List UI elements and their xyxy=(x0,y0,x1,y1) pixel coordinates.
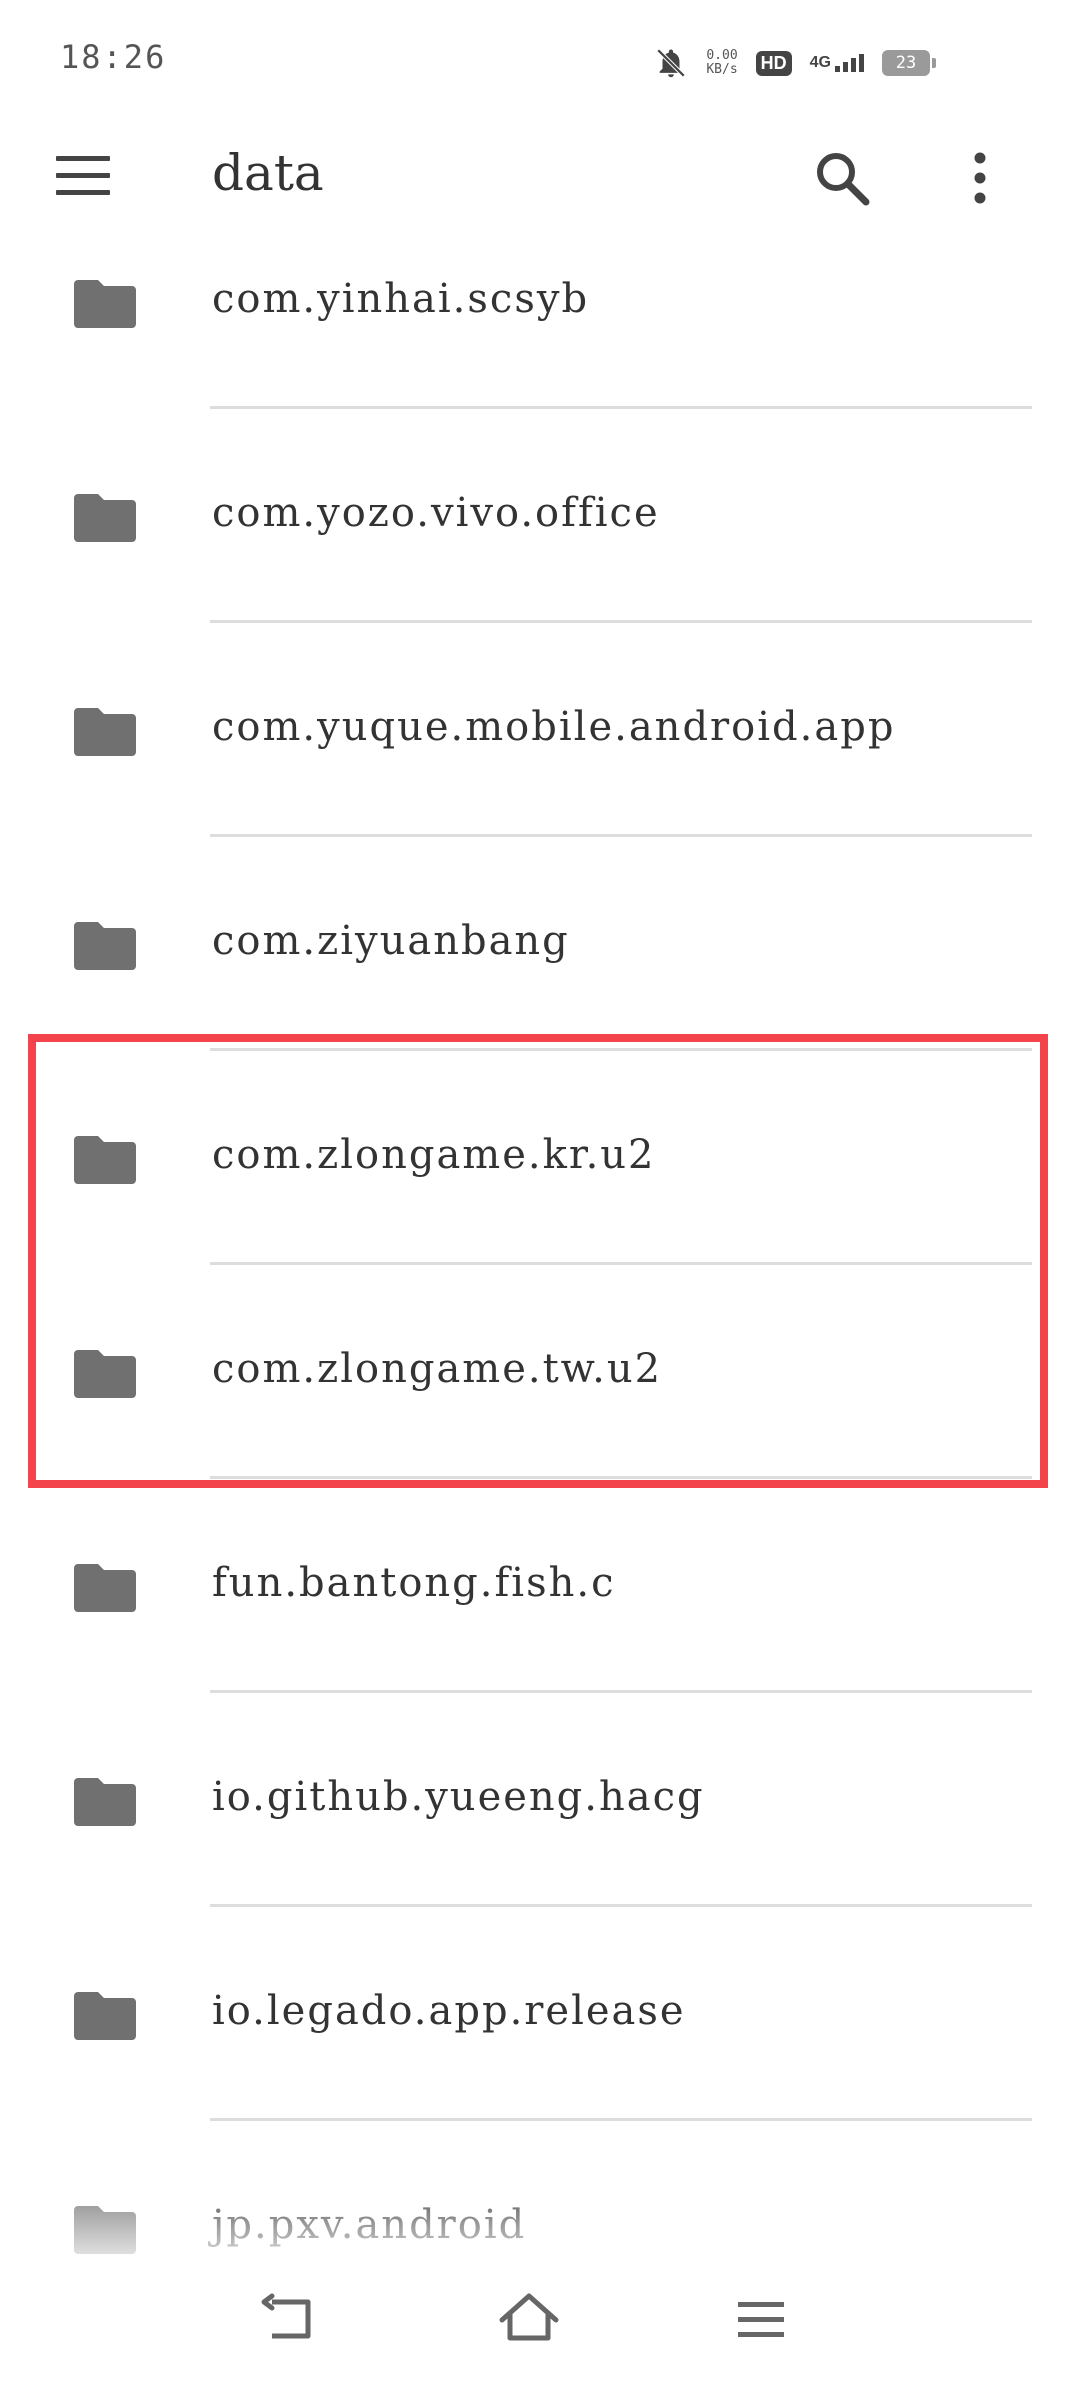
back-button[interactable] xyxy=(258,2284,328,2354)
folder-name: jp.pxv.android xyxy=(212,2202,527,2248)
more-options-button[interactable] xyxy=(955,146,1005,210)
folder-name: com.yinhai.scsyb xyxy=(212,276,590,322)
status-bar: 18:26 0.00 KB/s HD 4G 23 xyxy=(0,0,1080,120)
divider xyxy=(210,1904,1032,1907)
folder-icon xyxy=(74,1136,136,1184)
folder-name: com.zlongame.tw.u2 xyxy=(212,1346,663,1392)
divider xyxy=(210,620,1032,623)
status-icons: 0.00 KB/s HD 4G 23 xyxy=(654,38,936,88)
folder-icon xyxy=(74,708,136,756)
list-item[interactable]: io.github.yueeng.hacg xyxy=(0,1730,1080,1944)
signal-bars xyxy=(835,54,864,72)
net-speed-unit: KB/s xyxy=(706,62,738,77)
divider xyxy=(210,1262,1032,1265)
list-item[interactable]: com.yuque.mobile.android.app xyxy=(0,660,1080,874)
divider xyxy=(210,406,1032,409)
back-icon xyxy=(261,2293,311,2339)
status-time: 18:26 xyxy=(60,38,167,76)
network-type: 4G xyxy=(809,54,831,71)
page-title: data xyxy=(212,144,324,202)
folder-icon xyxy=(74,1564,136,1612)
folder-name: com.yozo.vivo.office xyxy=(212,490,660,536)
folder-icon xyxy=(74,1350,136,1398)
folder-icon xyxy=(74,494,136,542)
file-list[interactable]: com.yinhai.scsyb com.yozo.vivo.office co… xyxy=(0,232,1080,2262)
folder-icon xyxy=(74,1992,136,2040)
folder-icon xyxy=(74,922,136,970)
signal-icon: 4G xyxy=(810,54,864,72)
net-speed-value: 0.00 xyxy=(706,48,738,63)
folder-icon xyxy=(74,280,136,328)
divider xyxy=(210,1476,1032,1479)
hamburger-menu-button[interactable] xyxy=(48,146,118,206)
list-item[interactable]: com.ziyuanbang xyxy=(0,874,1080,1088)
divider xyxy=(210,2118,1032,2121)
folder-icon xyxy=(74,2206,136,2254)
folder-icon xyxy=(74,1778,136,1826)
recents-menu-icon xyxy=(738,2302,784,2337)
list-item[interactable]: com.yinhai.scsyb xyxy=(0,232,1080,446)
navigation-bar xyxy=(0,2262,1080,2408)
list-item[interactable]: jp.pxv.android xyxy=(0,2158,1080,2262)
divider xyxy=(210,834,1032,837)
battery-level: 23 xyxy=(895,53,917,73)
list-item[interactable]: com.yozo.vivo.office xyxy=(0,446,1080,660)
hd-icon: HD xyxy=(755,50,792,76)
search-button[interactable] xyxy=(810,146,874,210)
list-item[interactable]: io.legado.app.release xyxy=(0,1944,1080,2158)
folder-name: com.zlongame.kr.u2 xyxy=(212,1132,656,1178)
folder-name: com.ziyuanbang xyxy=(212,918,570,964)
home-icon xyxy=(499,2293,559,2341)
net-speed: 0.00 KB/s xyxy=(706,49,737,77)
folder-name: io.github.yueeng.hacg xyxy=(212,1774,705,1820)
home-button[interactable] xyxy=(494,2284,564,2354)
list-item[interactable]: fun.bantong.fish.c xyxy=(0,1516,1080,1730)
battery-icon: 23 xyxy=(882,50,936,76)
app-bar: data xyxy=(0,120,1080,232)
more-vert-icon xyxy=(974,152,986,204)
folder-name: com.yuque.mobile.android.app xyxy=(212,704,896,750)
hamburger-menu-icon xyxy=(56,156,110,195)
mute-bell-icon xyxy=(657,48,686,78)
divider xyxy=(210,1690,1032,1693)
recents-button[interactable] xyxy=(726,2284,796,2354)
divider xyxy=(210,1048,1032,1051)
folder-name: fun.bantong.fish.c xyxy=(212,1560,616,1606)
list-item[interactable]: com.zlongame.kr.u2 xyxy=(0,1088,1080,1302)
search-icon xyxy=(817,153,870,206)
folder-name: io.legado.app.release xyxy=(212,1988,686,2034)
list-item[interactable]: com.zlongame.tw.u2 xyxy=(0,1302,1080,1516)
